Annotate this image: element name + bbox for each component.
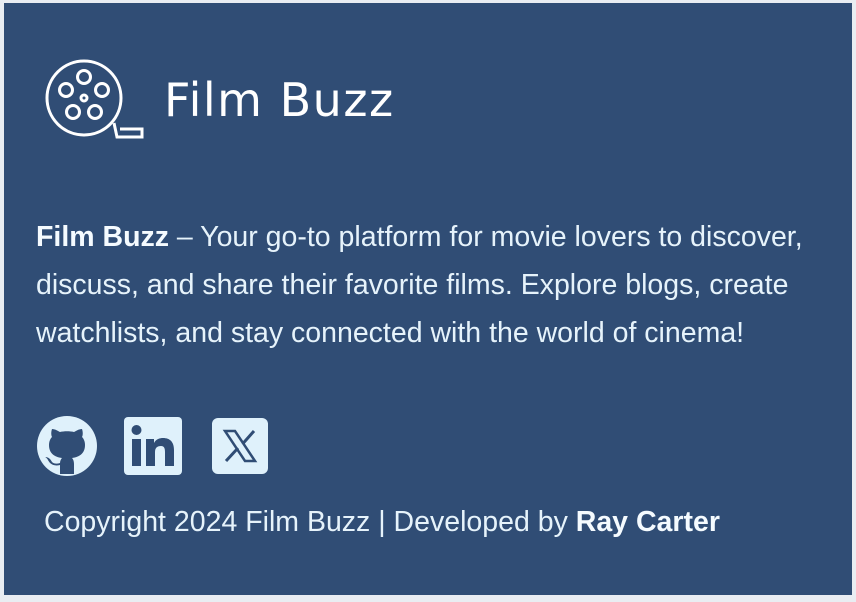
social-links — [36, 416, 294, 476]
brand[interactable]: Film Buzz — [44, 57, 395, 143]
github-icon — [37, 416, 97, 476]
brand-name: Film Buzz — [164, 73, 395, 127]
x-icon — [212, 418, 268, 474]
copyright: Copyright 2024 Film Buzz | Developed by … — [44, 506, 720, 539]
linkedin-icon — [124, 417, 182, 475]
github-link[interactable] — [36, 416, 98, 476]
about-brand-name: Film Buzz — [36, 220, 169, 253]
film-reel-icon — [45, 59, 144, 139]
linkedin-link[interactable] — [124, 417, 182, 475]
x-link[interactable] — [212, 418, 268, 474]
developer-link[interactable]: Ray Carter — [576, 506, 720, 538]
site-footer: Film Buzz Film Buzz – Your go-to platfor… — [4, 3, 852, 595]
about-text: Film Buzz – Your go-to platform for movi… — [36, 213, 826, 357]
copyright-text: Copyright 2024 Film Buzz | Developed by — [44, 506, 576, 538]
